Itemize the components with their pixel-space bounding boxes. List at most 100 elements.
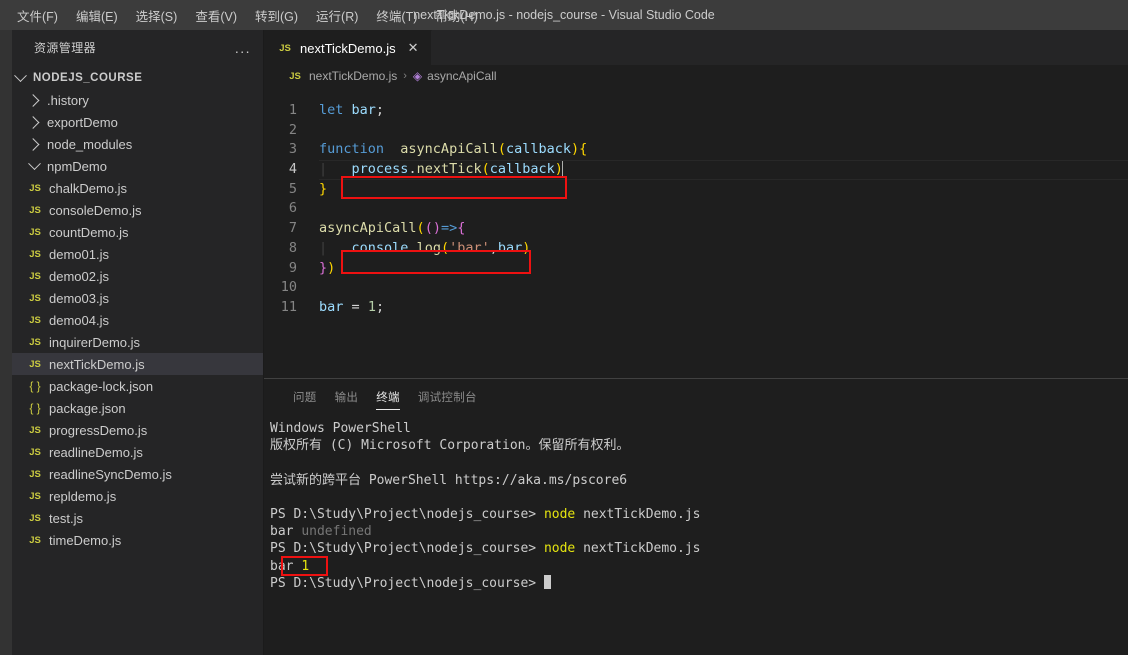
tab-output[interactable]: 输出 (326, 379, 368, 414)
tree-label-root: NODEJS_COURSE (33, 72, 143, 84)
activity-bar[interactable] (0, 30, 12, 655)
code-line-6[interactable]: 6 (264, 199, 1128, 219)
tree-row-inquirerdemo[interactable]: JS inquirerDemo.js (12, 331, 263, 353)
code-line-3[interactable]: 3 function asyncApiCall(callback){ (264, 140, 1128, 160)
file-tree: NODEJS_COURSE .history exportDemo node_m… (12, 65, 263, 655)
menu-selection[interactable]: 选择(S) (127, 2, 187, 29)
tree-label: progressDemo.js (49, 422, 148, 438)
js-file-icon: JS (29, 292, 41, 304)
code-text: | process.nextTick(callback) (319, 161, 564, 178)
tree-row-nexttickdemo[interactable]: JS nextTickDemo.js (12, 353, 263, 375)
tree-row-test[interactable]: JS test.js (12, 507, 263, 529)
tree-row-package-lock[interactable]: { } package-lock.json (12, 375, 263, 397)
breadcrumb-symbol[interactable]: ◈ asyncApiCall (413, 69, 497, 83)
code-editor[interactable]: 1 let bar; 2 3 function asyncApiCall(cal… (264, 87, 1128, 378)
code-line-11[interactable]: 11 bar = 1; (264, 298, 1128, 318)
breadcrumb-symbol-label: asyncApiCall (427, 69, 497, 83)
tab-debug-console[interactable]: 调试控制台 (409, 379, 486, 414)
more-actions-icon[interactable]: ... (235, 40, 251, 56)
line-number: 4 (288, 161, 297, 178)
terminal-prompt: PS D:\Study\Project\nodejs_course> (270, 506, 537, 522)
chevron-down-icon[interactable] (26, 156, 42, 171)
tree-row-npmdemo[interactable]: npmDemo (12, 155, 263, 177)
code-line-8[interactable]: 8 | console.log('bar',bar) (264, 239, 1128, 259)
cube-icon: ◈ (412, 69, 423, 83)
tree-row-history[interactable]: .history (12, 89, 263, 111)
terminal-out-one: 1 (301, 558, 310, 574)
tree-label: exportDemo (47, 114, 118, 130)
close-icon[interactable]: ✕ (406, 40, 421, 56)
line-number: 10 (280, 279, 297, 296)
terminal-line: Windows PowerShell (270, 421, 411, 436)
tree-row-timedemo[interactable]: JS timeDemo.js (12, 529, 263, 551)
tree-row-readlinedemo[interactable]: JS readlineDemo.js (12, 441, 263, 463)
menu-run[interactable]: 运行(R) (307, 2, 367, 29)
editor-area: JS nextTickDemo.js ✕ JS nextTickDemo.js … (264, 30, 1128, 655)
editor-tabs: JS nextTickDemo.js ✕ (264, 30, 1128, 65)
code-line-1[interactable]: 1 let bar; (264, 101, 1128, 121)
tree-row-countdemo[interactable]: JS countDemo.js (12, 221, 263, 243)
menu-go[interactable]: 转到(G) (246, 2, 307, 29)
chevron-down-icon[interactable] (12, 68, 28, 83)
terminal-command-arg: nextTickDemo.js (583, 506, 701, 522)
tree-row-root[interactable]: NODEJS_COURSE (12, 67, 263, 89)
breadcrumb-file[interactable]: JS nextTickDemo.js (286, 69, 397, 83)
menu-file[interactable]: 文件(F) (8, 2, 67, 29)
js-file-icon: JS (29, 204, 41, 216)
code-text: | console.log('bar',bar) (319, 239, 531, 256)
code-line-2[interactable]: 2 (264, 121, 1128, 141)
terminal-command-arg: nextTickDemo.js (583, 541, 701, 557)
js-file-icon: JS (29, 512, 41, 524)
menu-terminal[interactable]: 终端(T) (367, 2, 426, 29)
tree-row-demo01[interactable]: JS demo01.js (12, 243, 263, 265)
tree-row-chalkdemo[interactable]: JS chalkDemo.js (12, 177, 263, 199)
menu-view[interactable]: 查看(V) (186, 2, 246, 29)
tree-label: repldemo.js (49, 488, 117, 504)
tree-label: test.js (49, 510, 83, 526)
breadcrumb-file-label: nextTickDemo.js (309, 69, 398, 83)
tree-row-package-json[interactable]: { } package.json (12, 397, 263, 419)
tree-row-demo04[interactable]: JS demo04.js (12, 309, 263, 331)
tree-label: inquirerDemo.js (49, 334, 141, 350)
tab-nexttickdemo[interactable]: JS nextTickDemo.js ✕ (264, 30, 432, 65)
tab-terminal[interactable]: 终端 (367, 379, 409, 414)
js-file-icon: JS (29, 270, 41, 282)
terminal-command-node: node (543, 506, 576, 522)
tree-label: consoleDemo.js (49, 202, 142, 218)
tree-label: readlineDemo.js (49, 444, 143, 460)
tree-row-repldemo[interactable]: JS repldemo.js (12, 485, 263, 507)
tree-label: .history (47, 92, 89, 108)
menu-help[interactable]: 帮助(H) (426, 2, 486, 29)
tree-row-readlinesyncdemo[interactable]: JS readlineSyncDemo.js (12, 463, 263, 485)
tree-row-node-modules[interactable]: node_modules (12, 133, 263, 155)
terminal-out-undefined: undefined (301, 524, 372, 540)
terminal-line-undefined: bar undefined (270, 523, 1128, 540)
code-line-9[interactable]: 9 }) (264, 259, 1128, 279)
tree-label: package-lock.json (49, 378, 154, 394)
tree-row-demo02[interactable]: JS demo02.js (12, 265, 263, 287)
tree-row-demo03[interactable]: JS demo03.js (12, 287, 263, 309)
tab-problems[interactable]: 问题 (284, 379, 326, 414)
tree-label: demo02.js (49, 268, 109, 284)
chevron-right-icon[interactable] (26, 115, 42, 129)
tree-row-consoledemo[interactable]: JS consoleDemo.js (12, 199, 263, 221)
code-line-4[interactable]: 4 | process.nextTick(callback) (264, 160, 1128, 180)
explorer-sidebar: 资源管理器 ... NODEJS_COURSE .history exportD… (12, 30, 264, 655)
title-bar: 文件(F) 编辑(E) 选择(S) 查看(V) 转到(G) 运行(R) 终端(T… (0, 0, 1128, 30)
code-line-5[interactable]: 5 } (264, 180, 1128, 200)
chevron-right-icon[interactable] (26, 93, 42, 107)
menu-edit[interactable]: 编辑(E) (67, 2, 127, 29)
code-line-7[interactable]: 7 asyncApiCall(()=>{ (264, 219, 1128, 239)
panel-tab-bar: 问题 输出 终端 调试控制台 (264, 379, 1128, 414)
js-file-icon: JS (29, 446, 41, 458)
code-line-10[interactable]: 10 (264, 278, 1128, 298)
terminal-output[interactable]: Windows PowerShell 版权所有 (C) Microsoft Co… (264, 414, 1128, 655)
tree-row-exportdemo[interactable]: exportDemo (12, 111, 263, 133)
line-number: 2 (288, 121, 297, 138)
tree-row-progressdemo[interactable]: JS progressDemo.js (12, 419, 263, 441)
js-file-icon: JS (279, 42, 291, 54)
chevron-right-icon[interactable] (26, 137, 42, 151)
js-file-icon: JS (29, 490, 41, 502)
terminal-out-bar: bar (270, 558, 294, 574)
